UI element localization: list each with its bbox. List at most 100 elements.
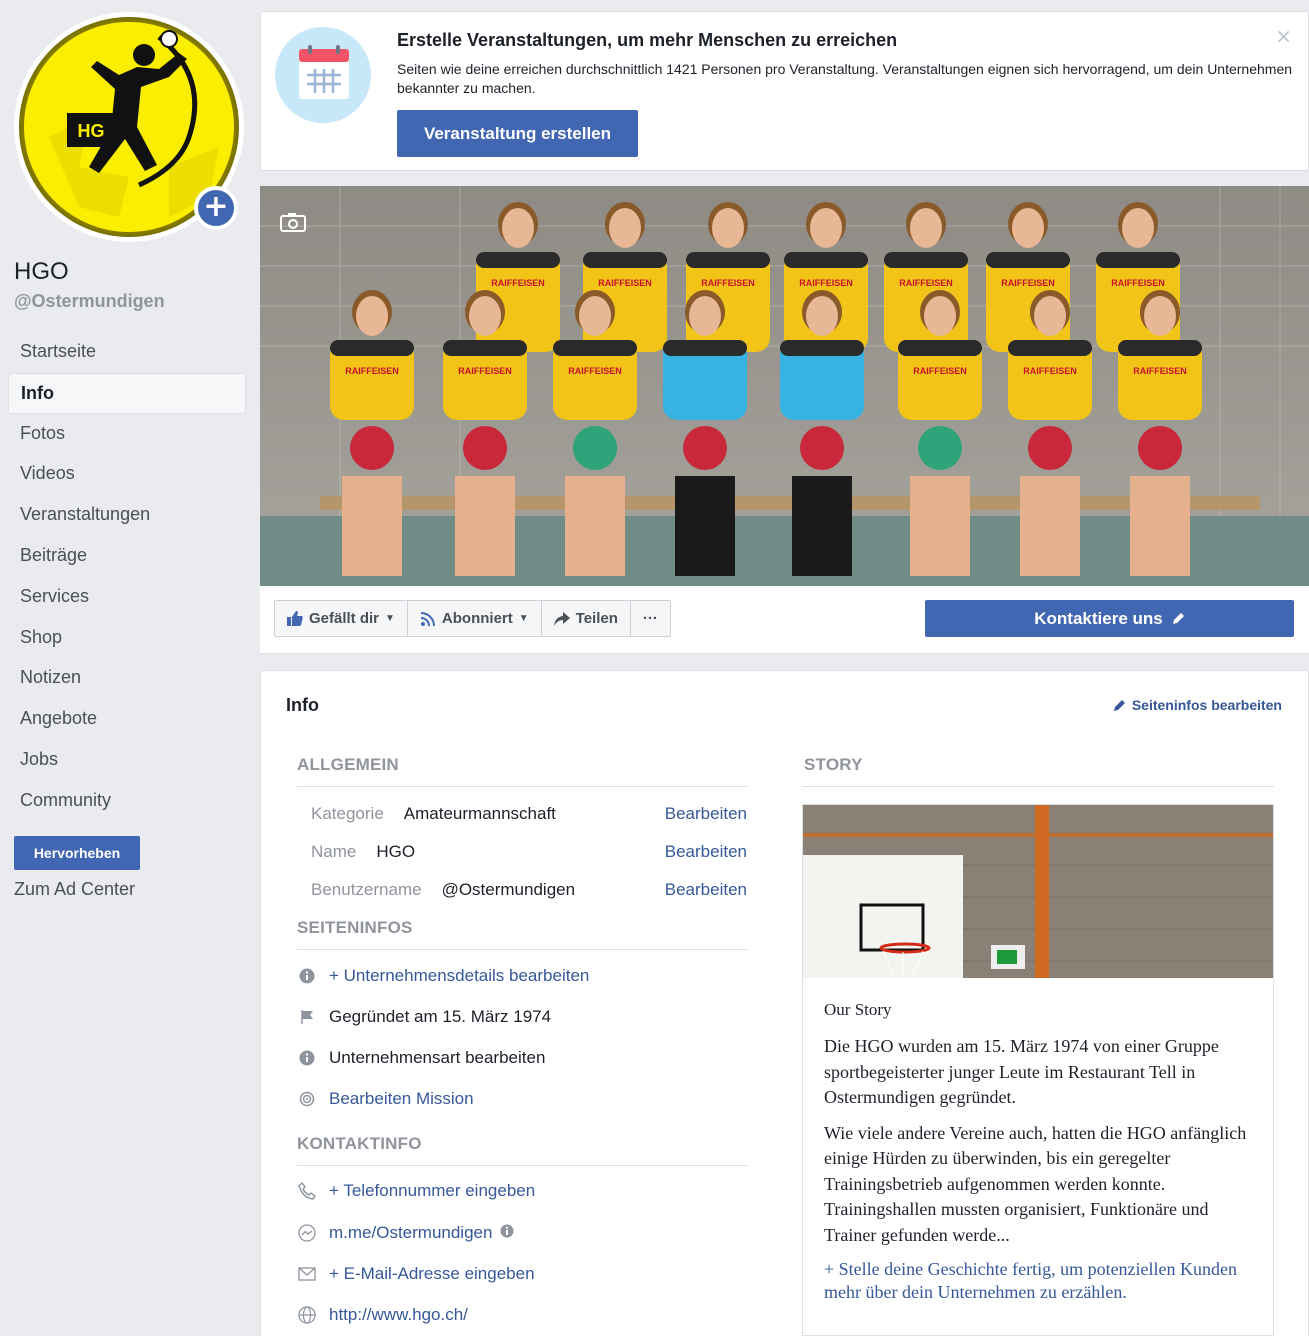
left-sidebar: HG + HGO @Ostermundigen Startseite Info …: [0, 0, 252, 1336]
nav-item-videos[interactable]: Videos: [8, 454, 246, 495]
messenger-row[interactable]: m.me/Ostermundigen: [297, 1223, 514, 1243]
svg-text:HG: HG: [78, 121, 105, 141]
founded-row: Gegründet am 15. März 1974: [297, 1007, 551, 1027]
page-navigation: Startseite Info Fotos Videos Veranstaltu…: [8, 332, 246, 822]
nav-item-fotos[interactable]: Fotos: [8, 414, 246, 455]
divider: [802, 786, 1274, 787]
jersey-sponsor-text: RAIFFEISEN: [913, 366, 967, 376]
jersey-sponsor-text: RAIFFEISEN: [899, 278, 953, 288]
story-paragraph: Wie viele andere Vereine auch, hatten di…: [824, 1122, 1247, 1245]
edit-page-info-link[interactable]: Seiteninfos bearbeiten: [1113, 697, 1282, 713]
email-row[interactable]: + E-Mail-Adresse eingeben: [297, 1264, 535, 1284]
business-type-row[interactable]: Unternehmensart bearbeiten: [297, 1048, 545, 1068]
pencil-icon: [1113, 699, 1125, 711]
founded-text: Gegründet am 15. März 1974: [329, 1007, 552, 1026]
website-link[interactable]: http://www.hgo.ch/: [329, 1305, 468, 1325]
promote-button[interactable]: Hervorheben: [14, 836, 140, 870]
profile-picture[interactable]: HG +: [14, 12, 244, 242]
page-name: HGO: [14, 258, 69, 285]
edit-username-link[interactable]: Bearbeiten: [665, 880, 747, 900]
edit-category-link[interactable]: Bearbeiten: [665, 804, 747, 824]
email-link[interactable]: + E-Mail-Adresse eingeben: [329, 1264, 535, 1284]
story-image: [803, 805, 1273, 978]
handball: [463, 426, 507, 470]
jersey-sponsor-text: RAIFFEISEN: [491, 278, 545, 288]
handball: [683, 426, 727, 470]
follow-label: Abonniert: [441, 610, 513, 627]
nav-item-jobs[interactable]: Jobs: [8, 740, 246, 781]
close-icon[interactable]: ×: [1275, 24, 1292, 48]
ad-center-link[interactable]: Zum Ad Center: [14, 879, 135, 900]
add-photo-icon[interactable]: +: [194, 186, 238, 230]
nav-item-info[interactable]: Info: [8, 372, 246, 414]
phone-row[interactable]: + Telefonnummer eingeben: [297, 1181, 535, 1201]
player-legs: [675, 476, 735, 576]
player-legs: [1130, 476, 1190, 576]
phone-link[interactable]: + Telefonnummer eingeben: [329, 1181, 535, 1201]
flag-icon: [297, 1007, 317, 1027]
jersey-sponsor-text: RAIFFEISEN: [1023, 366, 1077, 376]
camera-icon[interactable]: [280, 212, 306, 237]
handball: [800, 426, 844, 470]
nav-item-beitraege[interactable]: Beiträge: [8, 536, 246, 577]
team-photo: RAIFFEISEN RAIFFEISEN RAIFFEISEN RAIFFEISEN…: [260, 186, 1309, 586]
more-icon: ···: [642, 610, 658, 627]
nav-item-shop[interactable]: Shop: [8, 618, 246, 659]
story-card[interactable]: Our Story Die HGO wurden am 15. März 197…: [802, 804, 1274, 1336]
row-value: HGO: [376, 842, 416, 861]
page-handle[interactable]: @Ostermundigen: [14, 291, 165, 312]
like-button[interactable]: Gefällt dir ▼: [275, 601, 408, 636]
website-row[interactable]: http://www.hgo.ch/: [297, 1305, 468, 1325]
create-event-button[interactable]: Veranstaltung erstellen: [397, 110, 638, 157]
nav-item-community[interactable]: Community: [8, 781, 246, 822]
info-title: Info: [286, 695, 319, 715]
more-options-button[interactable]: ···: [631, 601, 670, 636]
nav-item-veranstaltungen[interactable]: Veranstaltungen: [8, 495, 246, 536]
business-details-row[interactable]: + Unternehmensdetails bearbeiten: [297, 966, 589, 986]
jersey-sponsor-text: RAIFFEISEN: [458, 366, 512, 376]
nav-item-notizen[interactable]: Notizen: [8, 658, 246, 699]
finish-story-link[interactable]: + Stelle deine Geschichte fertig, um pot…: [824, 1258, 1253, 1304]
follow-button[interactable]: Abonniert ▼: [408, 601, 542, 636]
story-paragraph: Die HGO wurden am 15. März 1974 von eine…: [824, 1036, 1219, 1107]
pencil-icon: [1172, 612, 1184, 624]
jersey-sponsor-text: RAIFFEISEN: [1111, 278, 1165, 288]
messenger-icon: [297, 1223, 317, 1243]
business-details-link[interactable]: + Unternehmensdetails bearbeiten: [329, 966, 589, 986]
event-suggestion-card: Erstelle Veranstaltungen, um mehr Mensch…: [260, 11, 1309, 171]
globe-icon: [297, 1305, 317, 1325]
contact-info-heading: KONTAKTINFO: [297, 1134, 422, 1153]
nav-item-startseite[interactable]: Startseite: [8, 332, 246, 373]
contact-us-label: Kontaktiere uns: [1034, 608, 1163, 628]
mission-icon: [297, 1089, 317, 1109]
row-value: @Ostermundigen: [441, 880, 576, 899]
cover-photo[interactable]: RAIFFEISEN RAIFFEISEN RAIFFEISEN RAIFFEISEN…: [260, 186, 1309, 586]
mission-link[interactable]: Bearbeiten Mission: [329, 1089, 474, 1109]
general-heading: ALLGEMEIN: [297, 755, 399, 774]
messenger-link[interactable]: m.me/Ostermundigen: [329, 1223, 492, 1243]
page-info-heading: SEITENINFOS: [297, 918, 413, 937]
jersey-sponsor-text: RAIFFEISEN: [1001, 278, 1055, 288]
divider: [297, 1165, 747, 1166]
rss-icon: [420, 611, 435, 626]
calendar-icon: [299, 45, 349, 99]
edit-name-link[interactable]: Bearbeiten: [665, 842, 747, 862]
handball: [918, 426, 962, 470]
contact-us-button[interactable]: Kontaktiere uns: [925, 600, 1294, 637]
handball: [1028, 426, 1072, 470]
handball: [573, 426, 617, 470]
jersey-sponsor-text: RAIFFEISEN: [598, 278, 652, 288]
mission-row[interactable]: Bearbeiten Mission: [297, 1089, 474, 1109]
divider: [297, 786, 747, 787]
mail-icon: [297, 1264, 317, 1284]
row-label: Name: [311, 842, 357, 861]
row-label: Benutzername: [311, 880, 422, 899]
nav-item-services[interactable]: Services: [8, 577, 246, 618]
player-legs: [910, 476, 970, 576]
page-action-bar: Gefällt dir ▼ Abonniert ▼ Teilen ··· Kon…: [260, 586, 1309, 654]
info-card: Info Seiteninfos bearbeiten ALLGEMEIN Ka…: [260, 670, 1309, 1336]
business-type-text[interactable]: Unternehmensart bearbeiten: [329, 1048, 545, 1068]
jersey-sponsor-text: RAIFFEISEN: [345, 366, 399, 376]
share-button[interactable]: Teilen: [542, 601, 631, 636]
nav-item-angebote[interactable]: Angebote: [8, 699, 246, 740]
